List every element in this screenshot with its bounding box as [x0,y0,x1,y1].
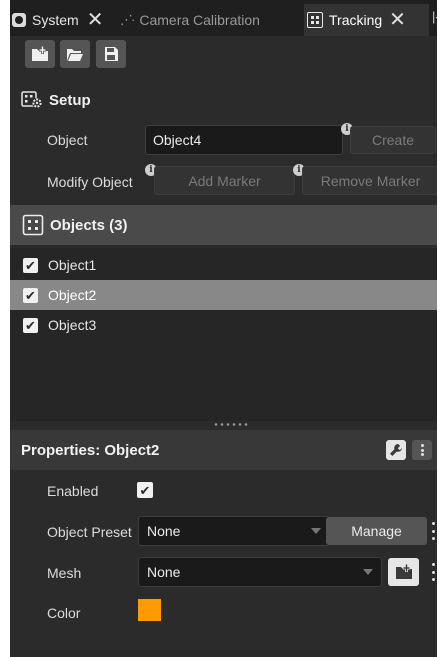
object1-checkbox[interactable]: ✔ [23,257,38,273]
tab-bar: System ✕ ⋰· Camera Calibration Tracking … [10,0,442,36]
wrench-button[interactable] [386,440,406,460]
mesh-browse-button[interactable] [388,558,419,586]
chevron-down-icon [363,569,373,575]
object2-checkbox[interactable]: ✔ [23,287,38,303]
mesh-more-icon[interactable] [431,563,435,581]
tracking-icon [307,12,323,28]
enabled-label: Enabled [47,483,99,499]
chevron-down-icon [311,528,321,534]
mesh-label: Mesh [47,565,82,581]
objects-title: Objects (3) [50,216,128,234]
save-icon [105,47,118,61]
tab-camera-calibration-label: Camera Calibration [139,12,260,28]
tab-tracking[interactable]: Tracking ✕ [304,4,429,36]
objects-section-header[interactable]: Objects (3) [10,205,442,245]
add-marker-button[interactable]: Add Marker [154,166,295,195]
window-edge [437,0,442,657]
object3-name: Object3 [48,317,97,333]
save-button[interactable] [96,40,126,68]
new-file-button[interactable] [25,40,55,68]
close-tab-system-icon[interactable]: ✕ [87,10,104,30]
remove-marker-button[interactable]: Remove Marker [302,166,439,195]
tab-system-label: System [32,12,79,28]
wrench-icon [390,444,402,456]
list-item-selected[interactable]: ✔ Object2 [10,280,442,310]
mesh-select[interactable]: None [138,557,382,587]
setup-icon [21,91,42,108]
add-marker-label: Add Marker [188,172,261,189]
object2-name: Object2 [48,287,97,303]
manage-button-label: Manage [351,523,402,539]
objects-icon [22,214,44,236]
tab-camera-calibration[interactable]: ⋰· Camera Calibration [120,7,260,33]
remove-marker-label: Remove Marker [320,172,421,189]
properties-title: Properties: Object2 [21,441,160,459]
create-button-label: Create [371,132,415,148]
color-label: Color [47,605,81,621]
objects-list: ✔ Object1 ✔ Object2 ✔ Object3 [10,248,442,423]
open-folder-icon [67,48,83,61]
enabled-checkbox[interactable]: ✔ [137,482,153,498]
object-preset-value: None [147,523,181,539]
object-preset-label: Object Preset [47,524,132,540]
object3-checkbox[interactable]: ✔ [23,317,38,333]
object-label: Object [47,132,88,148]
color-swatch[interactable] [138,599,161,621]
list-item[interactable]: ✔ Object3 [10,310,442,340]
setup-title: Setup [49,91,91,109]
create-button[interactable]: Create [350,126,436,154]
tab-tracking-label: Tracking [329,12,383,28]
modify-object-label: Modify Object [47,174,133,190]
kebab-menu-icon [420,444,424,456]
camera-calibration-icon: ⋰· [120,12,135,27]
mesh-value: None [147,564,181,580]
toolbar [10,36,442,78]
properties-header: Properties: Object2 [10,430,442,470]
new-file-icon [395,564,412,579]
setup-section-header[interactable]: Setup [10,80,442,120]
panel-splitter[interactable] [10,421,442,429]
tab-system[interactable]: System ✕ [12,7,103,33]
object-name-input[interactable]: Object4 [145,125,343,155]
open-folder-button[interactable] [60,40,90,68]
preset-more-icon[interactable] [431,522,435,540]
new-file-icon [32,46,48,61]
properties-menu-button[interactable] [412,440,432,460]
splitter-grip-icon[interactable] [213,423,249,426]
object-name-value: Object4 [153,132,202,148]
manage-button[interactable]: Manage [326,517,427,545]
tracking-panel-window: System ✕ ⋰· Camera Calibration Tracking … [10,0,442,657]
object1-name: Object1 [48,257,97,273]
close-tab-tracking-icon[interactable]: ✕ [389,10,406,30]
system-icon [12,13,26,27]
list-item[interactable]: ✔ Object1 [10,250,442,280]
object-preset-select[interactable]: None [138,516,330,546]
